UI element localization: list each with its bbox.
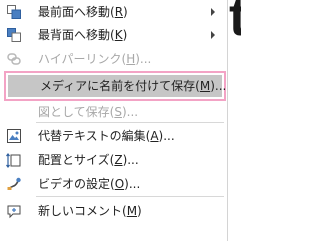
screen: t 最前面へ移動(R) 最背面へ移動(K) ハイパーリンク(H)... メディア… [0, 0, 241, 241]
menu-item-label: 配置とサイズ(Z)... [38, 153, 139, 167]
new-comment-icon [6, 203, 22, 219]
access-key: R [114, 5, 124, 19]
menu-separator [36, 122, 224, 123]
size-position-icon [6, 152, 22, 168]
menu-item-edit-alt-text[interactable]: 代替テキストの編集(A)... [0, 124, 227, 148]
access-key: S [114, 105, 122, 119]
send-to-back-icon [6, 27, 22, 43]
access-key: A [150, 129, 159, 143]
menu-item-save-as-picture[interactable]: 図として保存(S)... [0, 100, 227, 124]
menu-item-label: メディアに名前を付けて保存(M)... [40, 79, 227, 93]
menu-item-label: 最前面へ移動(R) [38, 5, 128, 19]
menu-item-new-comment[interactable]: 新しいコメント(M) [0, 199, 227, 223]
menu-item-bring-to-front[interactable]: 最前面へ移動(R) [0, 0, 227, 24]
context-menu: 最前面へ移動(R) 最背面へ移動(K) ハイパーリンク(H)... メディアに名… [0, 0, 228, 241]
menu-item-send-to-back[interactable]: 最背面へ移動(K) [0, 23, 227, 47]
bring-to-front-icon [6, 4, 22, 20]
menu-item-hyperlink[interactable]: ハイパーリンク(H)... [0, 47, 227, 71]
access-key: K [114, 28, 123, 42]
access-key: M [126, 204, 138, 218]
hyperlink-icon [6, 51, 22, 67]
submenu-arrow-icon [211, 31, 215, 39]
menu-item-save-media-as[interactable]: メディアに名前を付けて保存(M)... [4, 71, 226, 101]
access-key: Z [114, 153, 123, 167]
video-settings-icon [6, 176, 22, 192]
submenu-arrow-icon [211, 8, 215, 16]
alt-text-icon [6, 128, 22, 144]
access-key: M [199, 79, 211, 93]
access-key: H [126, 52, 136, 66]
menu-item-label: ハイパーリンク(H)... [38, 52, 152, 66]
menu-item-label: 新しいコメント(M) [38, 204, 142, 218]
menu-item-label: 最背面へ移動(K) [38, 28, 128, 42]
menu-item-label: 図として保存(S)... [38, 105, 139, 119]
menu-separator [36, 196, 224, 197]
menu-item-label: ビデオの設定(O)... [38, 177, 141, 191]
menu-item-size-and-position[interactable]: 配置とサイズ(Z)... [0, 148, 227, 172]
background-document-glyph: t [229, 0, 241, 47]
menu-item-video-settings[interactable]: ビデオの設定(O)... [0, 172, 227, 196]
menu-item-label: 代替テキストの編集(A)... [38, 129, 175, 143]
access-key: O [114, 177, 125, 191]
